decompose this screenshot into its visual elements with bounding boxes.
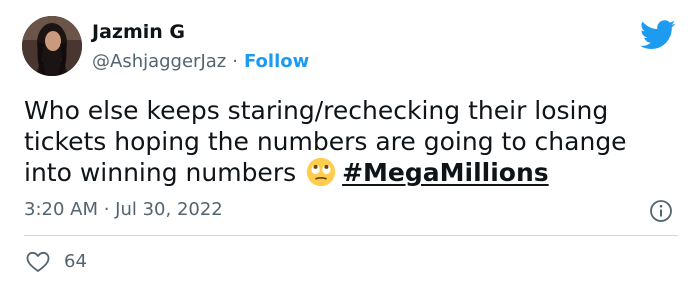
tweet-timestamp[interactable]: 3:20 AM · Jul 30, 2022 [24,198,223,222]
like-count[interactable]: 64 [64,250,87,274]
divider [24,235,678,236]
face-with-rolling-eyes-emoji [306,157,336,187]
info-icon[interactable] [649,199,673,223]
handle-row: @AshjaggerJaz · Follow [92,50,309,74]
author-handle[interactable]: @AshjaggerJaz [92,51,226,72]
tweet-text-line-3: into winning numbers #MegaMillions [24,157,684,188]
separator-dot: · [232,51,238,72]
tweet-text-line-2: tickets hoping the numbers are going to … [24,127,627,156]
tweet-text: Who else keeps staring/rechecking their … [24,95,684,188]
tweet-text-line-3-words: into winning numbers [24,158,297,187]
heart-icon[interactable] [26,251,50,273]
avatar[interactable] [22,16,82,76]
author-name[interactable]: Jazmin G [92,20,185,44]
follow-button[interactable]: Follow [244,51,309,72]
tweet-card: Jazmin G @AshjaggerJaz · Follow Who else k… [0,0,700,288]
twitter-bird-icon[interactable] [640,20,676,50]
hashtag-link[interactable]: #MegaMillions [342,158,549,187]
tweet-text-line-1: Who else keeps staring/rechecking their … [24,96,609,125]
avatar-image [22,16,82,76]
